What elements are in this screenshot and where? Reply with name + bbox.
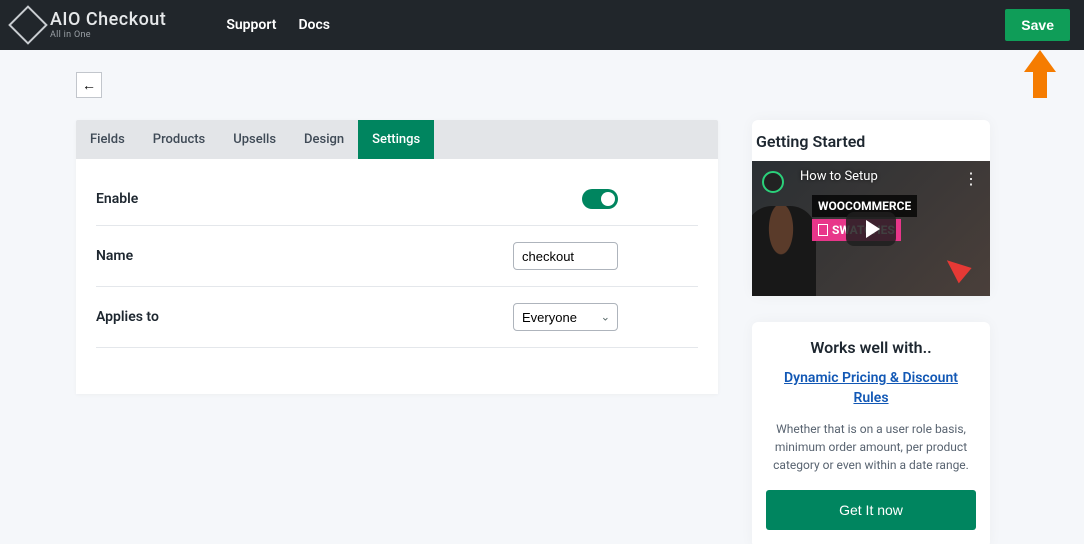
- brand-title: AIO Checkout: [50, 11, 166, 29]
- video-menu-icon[interactable]: ⋮: [963, 169, 980, 188]
- promo-link[interactable]: Dynamic Pricing & Discount Rules: [766, 369, 976, 408]
- get-it-now-button[interactable]: Get It now: [766, 490, 976, 530]
- red-arrow-icon: [940, 253, 971, 284]
- enable-label: Enable: [96, 191, 138, 207]
- brand: AIO Checkout All in One: [14, 11, 166, 40]
- name-input[interactable]: [513, 242, 618, 270]
- row-applies: Applies to Everyone ⌄: [96, 287, 698, 348]
- tab-upsells[interactable]: Upsells: [219, 120, 290, 159]
- tab-settings[interactable]: Settings: [358, 120, 434, 159]
- brand-subtitle: All in One: [50, 31, 166, 40]
- brand-logo-icon: [8, 5, 48, 45]
- promo-card: Works well with.. Dynamic Pricing & Disc…: [752, 322, 990, 544]
- tab-fields[interactable]: Fields: [76, 120, 139, 159]
- video-title: How to Setup: [800, 169, 878, 184]
- video-person-graphic: [752, 206, 816, 296]
- arrow-left-icon: ←: [82, 77, 96, 94]
- promo-title: Works well with..: [766, 338, 976, 357]
- nav-links: Support Docs: [226, 17, 330, 33]
- video-thumbnail[interactable]: How to Setup ⋮ WOOCOMMERCE SWATCHES: [752, 161, 990, 296]
- applies-label: Applies to: [96, 309, 159, 325]
- applies-select[interactable]: Everyone: [513, 303, 618, 331]
- getting-started-title: Getting Started: [752, 120, 990, 161]
- promo-desc: Whether that is on a user role basis, mi…: [766, 420, 976, 474]
- toggle-knob-icon: [601, 192, 615, 206]
- enable-toggle[interactable]: [582, 189, 618, 209]
- callout-arrow-icon: [1024, 50, 1056, 98]
- tab-products[interactable]: Products: [139, 120, 219, 159]
- row-enable: Enable: [96, 189, 698, 226]
- back-button[interactable]: ←: [76, 72, 102, 98]
- save-button[interactable]: Save: [1005, 9, 1070, 41]
- row-name: Name: [96, 226, 698, 287]
- brand-text: AIO Checkout All in One: [50, 11, 166, 40]
- getting-started-card: Getting Started How to Setup ⋮ WOOCOMMER…: [752, 120, 990, 296]
- topbar: AIO Checkout All in One Support Docs Sav…: [0, 0, 1084, 50]
- tabbar: Fields Products Upsells Design Settings: [76, 120, 718, 159]
- sidebar: Getting Started How to Setup ⋮ WOOCOMMER…: [752, 120, 990, 544]
- nav-support[interactable]: Support: [226, 17, 276, 33]
- applies-select-wrap: Everyone ⌄: [513, 303, 618, 331]
- tab-design[interactable]: Design: [290, 120, 358, 159]
- page-body: Fields Products Upsells Design Settings …: [0, 50, 1084, 544]
- swatch-icon: [818, 224, 828, 236]
- name-label: Name: [96, 248, 133, 264]
- channel-avatar-icon: [762, 171, 784, 193]
- nav-docs[interactable]: Docs: [298, 17, 330, 33]
- settings-panel: Enable Name Applies to Everyone ⌄: [76, 159, 718, 394]
- main-panel: Fields Products Upsells Design Settings …: [76, 120, 718, 394]
- play-button[interactable]: [846, 212, 896, 246]
